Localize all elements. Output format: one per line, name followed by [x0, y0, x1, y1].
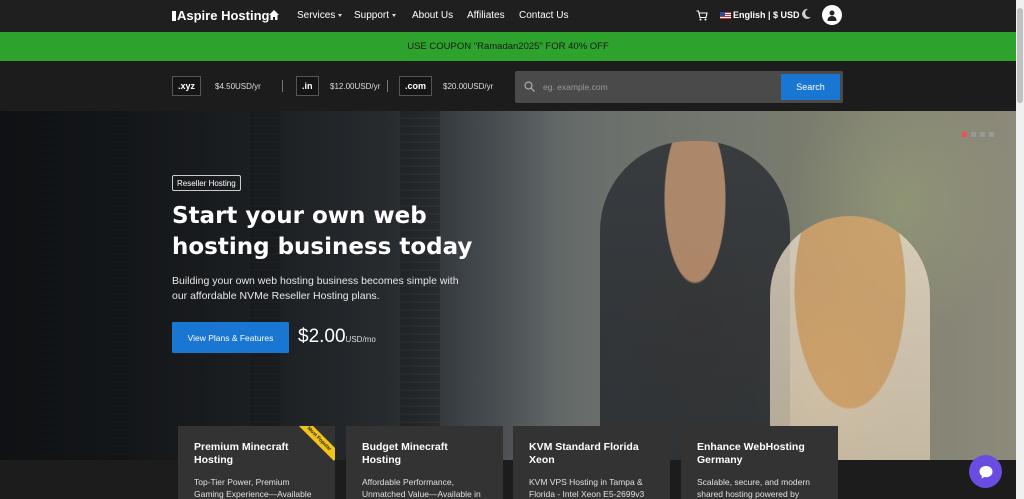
moon-icon[interactable]	[800, 8, 812, 20]
divider	[282, 80, 283, 92]
logo-broken-image-icon	[172, 10, 176, 21]
hero-subtext: Building your own web hosting business b…	[172, 275, 459, 302]
coupon-text: USE COUPON "Ramadan2025" FOR 40% OFF	[407, 41, 609, 52]
price-unit: USD/mo	[345, 335, 376, 344]
page-scrollbar[interactable]	[1016, 0, 1024, 499]
scrollbar-thumb[interactable]	[1017, 8, 1023, 103]
product-card[interactable]: KVM Standard Florida Xeon KVM VPS Hostin…	[513, 426, 670, 499]
nav-about-us[interactable]: About Us	[412, 10, 453, 21]
nav-services[interactable]: Services	[297, 10, 343, 21]
logo-text: Aspire Hosting	[177, 8, 270, 23]
tld-xyz-price: $4.50USD/yr	[215, 82, 261, 91]
slider-dot[interactable]	[989, 132, 994, 137]
home-icon[interactable]	[268, 9, 280, 21]
slider-dot[interactable]	[971, 132, 976, 137]
coupon-banner: USE COUPON "Ramadan2025" FOR 40% OFF	[0, 32, 1016, 61]
tld-in: .in	[296, 76, 319, 96]
chat-widget-button[interactable]	[969, 455, 1002, 488]
card-title: Budget Minecraft Hosting	[362, 441, 448, 466]
card-description: KVM VPS Hosting in Tampa & Florida - Int…	[529, 477, 645, 499]
hero-photo-person	[770, 216, 930, 460]
search-icon	[524, 81, 535, 92]
card-description: Scalable, secure, and modern shared host…	[697, 477, 810, 499]
top-navbar: Aspire Hosting Services Support About Us…	[0, 0, 1016, 32]
nav-affiliates[interactable]: Affiliates	[467, 10, 505, 21]
hero-photo-person	[600, 141, 790, 460]
card-description: Top-Tier Power, Premium Gaming Experienc…	[194, 477, 312, 499]
tld-in-price: $12.00USD/yr	[330, 82, 381, 91]
search-button[interactable]: Search	[781, 74, 840, 100]
card-title: Premium Minecraft Hosting	[194, 441, 289, 466]
view-plans-button[interactable]: View Plans & Features	[172, 322, 289, 353]
slider-dot[interactable]	[962, 132, 967, 137]
tld-com-price: $20.00USD/yr	[443, 82, 494, 91]
logo[interactable]: Aspire Hosting	[172, 8, 269, 23]
product-card[interactable]: Premium Minecraft Hosting Top-Tier Power…	[178, 426, 335, 499]
flag-us-icon	[720, 12, 731, 19]
content-background	[0, 460, 1016, 499]
card-description: Affordable Performance, Unmatched Value—…	[362, 477, 481, 499]
nav-support[interactable]: Support	[354, 10, 397, 21]
tld-com: .com	[399, 76, 433, 96]
tld-xyz: .xyz	[172, 76, 202, 96]
slider-dot[interactable]	[980, 132, 985, 137]
price-amount: $2.00	[298, 326, 346, 347]
hero-price: $2.00USD/mo	[298, 326, 376, 348]
hero-badge: Reseller Hosting	[172, 175, 241, 191]
domain-search-bar: .xyz $4.50USD/yr .in $12.00USD/yr .com $…	[0, 61, 1016, 111]
product-card[interactable]: Budget Minecraft Hosting Affordable Perf…	[346, 426, 503, 499]
card-title: Enhance WebHosting Germany	[697, 441, 805, 466]
user-icon	[827, 10, 837, 21]
language-currency-selector[interactable]: English | $ USD	[733, 10, 800, 20]
product-card[interactable]: Enhance WebHosting Germany Scalable, sec…	[681, 426, 838, 499]
nav-contact-us[interactable]: Contact Us	[519, 10, 568, 21]
chevron-down-icon	[392, 14, 397, 17]
slider-pagination	[962, 132, 994, 137]
chat-icon	[979, 465, 992, 478]
domain-search-input[interactable]	[543, 77, 773, 97]
card-title: KVM Standard Florida Xeon	[529, 441, 639, 466]
user-account-button[interactable]	[822, 5, 842, 25]
hero-slider: Reseller Hosting Start your own web host…	[0, 111, 1016, 460]
hero-headline: Start your own web hosting business toda…	[172, 203, 473, 260]
cart-icon[interactable]	[696, 10, 708, 21]
divider	[387, 80, 388, 92]
domain-search-box: Search	[515, 71, 843, 103]
chevron-down-icon	[338, 14, 343, 17]
